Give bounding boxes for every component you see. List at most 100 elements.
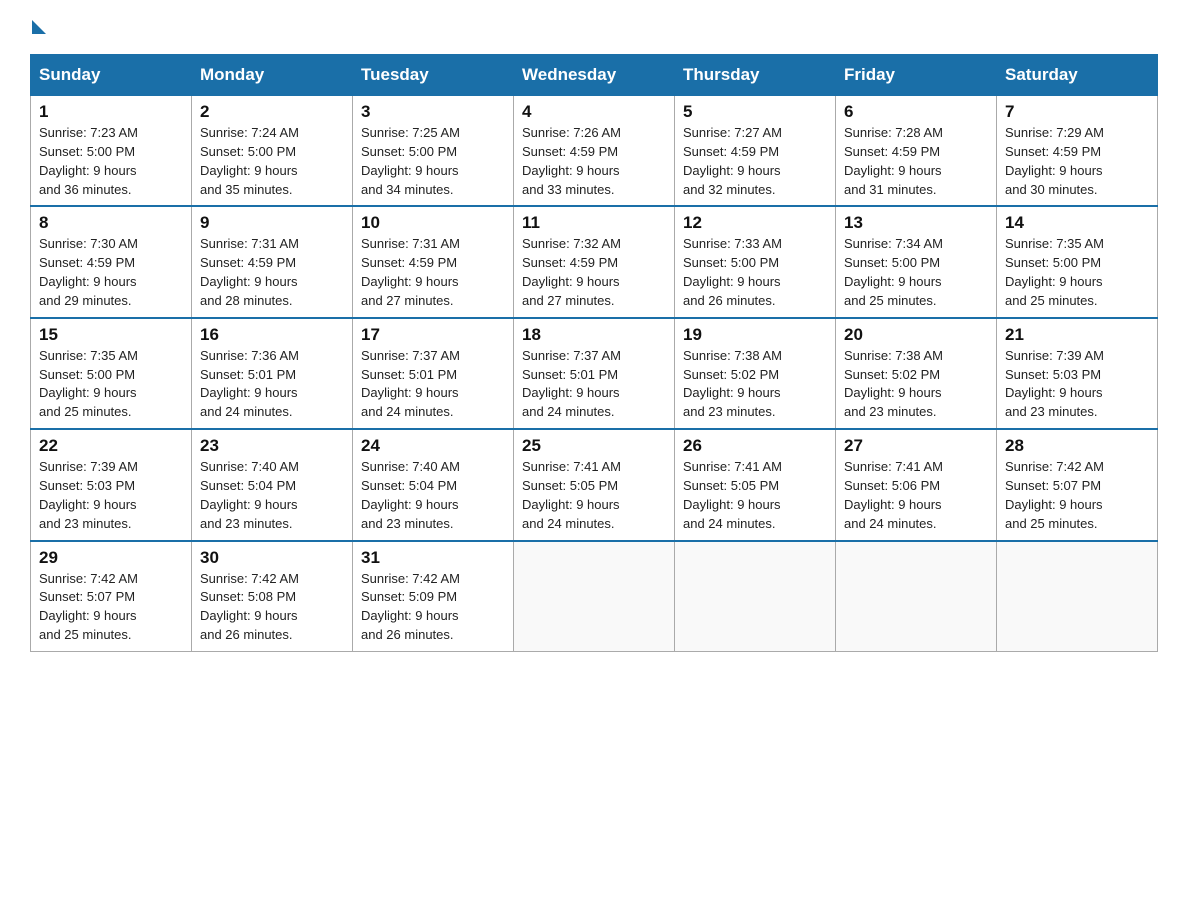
day-number: 11 (522, 213, 666, 233)
calendar-day-cell: 11Sunrise: 7:32 AMSunset: 4:59 PMDayligh… (514, 206, 675, 317)
calendar-week-row: 1Sunrise: 7:23 AMSunset: 5:00 PMDaylight… (31, 96, 1158, 207)
calendar-day-cell: 20Sunrise: 7:38 AMSunset: 5:02 PMDayligh… (836, 318, 997, 429)
day-number: 16 (200, 325, 344, 345)
calendar-day-cell: 28Sunrise: 7:42 AMSunset: 5:07 PMDayligh… (997, 429, 1158, 540)
page-header (30, 20, 1158, 34)
day-number: 13 (844, 213, 988, 233)
weekday-header-row: SundayMondayTuesdayWednesdayThursdayFrid… (31, 55, 1158, 96)
day-info: Sunrise: 7:26 AMSunset: 4:59 PMDaylight:… (522, 124, 666, 199)
day-number: 25 (522, 436, 666, 456)
calendar-week-row: 8Sunrise: 7:30 AMSunset: 4:59 PMDaylight… (31, 206, 1158, 317)
day-number: 15 (39, 325, 183, 345)
day-info: Sunrise: 7:25 AMSunset: 5:00 PMDaylight:… (361, 124, 505, 199)
day-info: Sunrise: 7:35 AMSunset: 5:00 PMDaylight:… (1005, 235, 1149, 310)
day-number: 6 (844, 102, 988, 122)
day-info: Sunrise: 7:36 AMSunset: 5:01 PMDaylight:… (200, 347, 344, 422)
day-info: Sunrise: 7:31 AMSunset: 4:59 PMDaylight:… (361, 235, 505, 310)
day-number: 1 (39, 102, 183, 122)
day-info: Sunrise: 7:39 AMSunset: 5:03 PMDaylight:… (39, 458, 183, 533)
day-info: Sunrise: 7:28 AMSunset: 4:59 PMDaylight:… (844, 124, 988, 199)
calendar-table: SundayMondayTuesdayWednesdayThursdayFrid… (30, 54, 1158, 652)
day-number: 4 (522, 102, 666, 122)
day-number: 22 (39, 436, 183, 456)
calendar-day-cell: 5Sunrise: 7:27 AMSunset: 4:59 PMDaylight… (675, 96, 836, 207)
day-number: 24 (361, 436, 505, 456)
day-info: Sunrise: 7:29 AMSunset: 4:59 PMDaylight:… (1005, 124, 1149, 199)
day-info: Sunrise: 7:34 AMSunset: 5:00 PMDaylight:… (844, 235, 988, 310)
day-number: 21 (1005, 325, 1149, 345)
calendar-day-cell: 3Sunrise: 7:25 AMSunset: 5:00 PMDaylight… (353, 96, 514, 207)
calendar-day-cell: 1Sunrise: 7:23 AMSunset: 5:00 PMDaylight… (31, 96, 192, 207)
day-number: 10 (361, 213, 505, 233)
day-info: Sunrise: 7:40 AMSunset: 5:04 PMDaylight:… (200, 458, 344, 533)
logo-triangle-icon (32, 20, 46, 34)
day-number: 28 (1005, 436, 1149, 456)
calendar-day-cell: 23Sunrise: 7:40 AMSunset: 5:04 PMDayligh… (192, 429, 353, 540)
day-number: 20 (844, 325, 988, 345)
day-number: 2 (200, 102, 344, 122)
calendar-day-cell: 30Sunrise: 7:42 AMSunset: 5:08 PMDayligh… (192, 541, 353, 652)
day-info: Sunrise: 7:32 AMSunset: 4:59 PMDaylight:… (522, 235, 666, 310)
calendar-day-cell: 19Sunrise: 7:38 AMSunset: 5:02 PMDayligh… (675, 318, 836, 429)
day-info: Sunrise: 7:38 AMSunset: 5:02 PMDaylight:… (683, 347, 827, 422)
day-info: Sunrise: 7:39 AMSunset: 5:03 PMDaylight:… (1005, 347, 1149, 422)
calendar-day-cell: 29Sunrise: 7:42 AMSunset: 5:07 PMDayligh… (31, 541, 192, 652)
weekday-header-friday: Friday (836, 55, 997, 96)
day-number: 17 (361, 325, 505, 345)
day-number: 7 (1005, 102, 1149, 122)
day-number: 30 (200, 548, 344, 568)
weekday-header-thursday: Thursday (675, 55, 836, 96)
calendar-day-cell: 21Sunrise: 7:39 AMSunset: 5:03 PMDayligh… (997, 318, 1158, 429)
calendar-day-cell: 31Sunrise: 7:42 AMSunset: 5:09 PMDayligh… (353, 541, 514, 652)
calendar-day-cell: 27Sunrise: 7:41 AMSunset: 5:06 PMDayligh… (836, 429, 997, 540)
day-number: 9 (200, 213, 344, 233)
day-info: Sunrise: 7:41 AMSunset: 5:05 PMDaylight:… (683, 458, 827, 533)
day-info: Sunrise: 7:38 AMSunset: 5:02 PMDaylight:… (844, 347, 988, 422)
calendar-day-cell: 15Sunrise: 7:35 AMSunset: 5:00 PMDayligh… (31, 318, 192, 429)
calendar-day-cell: 2Sunrise: 7:24 AMSunset: 5:00 PMDaylight… (192, 96, 353, 207)
calendar-day-cell: 10Sunrise: 7:31 AMSunset: 4:59 PMDayligh… (353, 206, 514, 317)
weekday-header-saturday: Saturday (997, 55, 1158, 96)
calendar-day-cell: 8Sunrise: 7:30 AMSunset: 4:59 PMDaylight… (31, 206, 192, 317)
calendar-week-row: 15Sunrise: 7:35 AMSunset: 5:00 PMDayligh… (31, 318, 1158, 429)
day-info: Sunrise: 7:42 AMSunset: 5:09 PMDaylight:… (361, 570, 505, 645)
day-number: 29 (39, 548, 183, 568)
calendar-day-cell: 9Sunrise: 7:31 AMSunset: 4:59 PMDaylight… (192, 206, 353, 317)
day-number: 27 (844, 436, 988, 456)
calendar-week-row: 22Sunrise: 7:39 AMSunset: 5:03 PMDayligh… (31, 429, 1158, 540)
day-info: Sunrise: 7:35 AMSunset: 5:00 PMDaylight:… (39, 347, 183, 422)
day-number: 14 (1005, 213, 1149, 233)
day-info: Sunrise: 7:41 AMSunset: 5:05 PMDaylight:… (522, 458, 666, 533)
calendar-day-cell: 22Sunrise: 7:39 AMSunset: 5:03 PMDayligh… (31, 429, 192, 540)
calendar-day-cell: 16Sunrise: 7:36 AMSunset: 5:01 PMDayligh… (192, 318, 353, 429)
day-info: Sunrise: 7:41 AMSunset: 5:06 PMDaylight:… (844, 458, 988, 533)
day-info: Sunrise: 7:23 AMSunset: 5:00 PMDaylight:… (39, 124, 183, 199)
calendar-day-cell: 7Sunrise: 7:29 AMSunset: 4:59 PMDaylight… (997, 96, 1158, 207)
weekday-header-sunday: Sunday (31, 55, 192, 96)
weekday-header-monday: Monday (192, 55, 353, 96)
day-info: Sunrise: 7:37 AMSunset: 5:01 PMDaylight:… (361, 347, 505, 422)
day-info: Sunrise: 7:24 AMSunset: 5:00 PMDaylight:… (200, 124, 344, 199)
day-info: Sunrise: 7:42 AMSunset: 5:08 PMDaylight:… (200, 570, 344, 645)
calendar-day-cell: 14Sunrise: 7:35 AMSunset: 5:00 PMDayligh… (997, 206, 1158, 317)
day-info: Sunrise: 7:30 AMSunset: 4:59 PMDaylight:… (39, 235, 183, 310)
day-info: Sunrise: 7:33 AMSunset: 5:00 PMDaylight:… (683, 235, 827, 310)
day-number: 5 (683, 102, 827, 122)
calendar-day-cell (675, 541, 836, 652)
day-info: Sunrise: 7:42 AMSunset: 5:07 PMDaylight:… (1005, 458, 1149, 533)
logo (30, 20, 48, 34)
calendar-day-cell (997, 541, 1158, 652)
day-number: 3 (361, 102, 505, 122)
calendar-day-cell: 6Sunrise: 7:28 AMSunset: 4:59 PMDaylight… (836, 96, 997, 207)
day-number: 23 (200, 436, 344, 456)
day-number: 19 (683, 325, 827, 345)
calendar-day-cell: 25Sunrise: 7:41 AMSunset: 5:05 PMDayligh… (514, 429, 675, 540)
day-number: 26 (683, 436, 827, 456)
calendar-day-cell: 26Sunrise: 7:41 AMSunset: 5:05 PMDayligh… (675, 429, 836, 540)
calendar-day-cell: 17Sunrise: 7:37 AMSunset: 5:01 PMDayligh… (353, 318, 514, 429)
day-number: 31 (361, 548, 505, 568)
calendar-day-cell: 4Sunrise: 7:26 AMSunset: 4:59 PMDaylight… (514, 96, 675, 207)
day-info: Sunrise: 7:37 AMSunset: 5:01 PMDaylight:… (522, 347, 666, 422)
calendar-day-cell: 24Sunrise: 7:40 AMSunset: 5:04 PMDayligh… (353, 429, 514, 540)
calendar-day-cell: 12Sunrise: 7:33 AMSunset: 5:00 PMDayligh… (675, 206, 836, 317)
